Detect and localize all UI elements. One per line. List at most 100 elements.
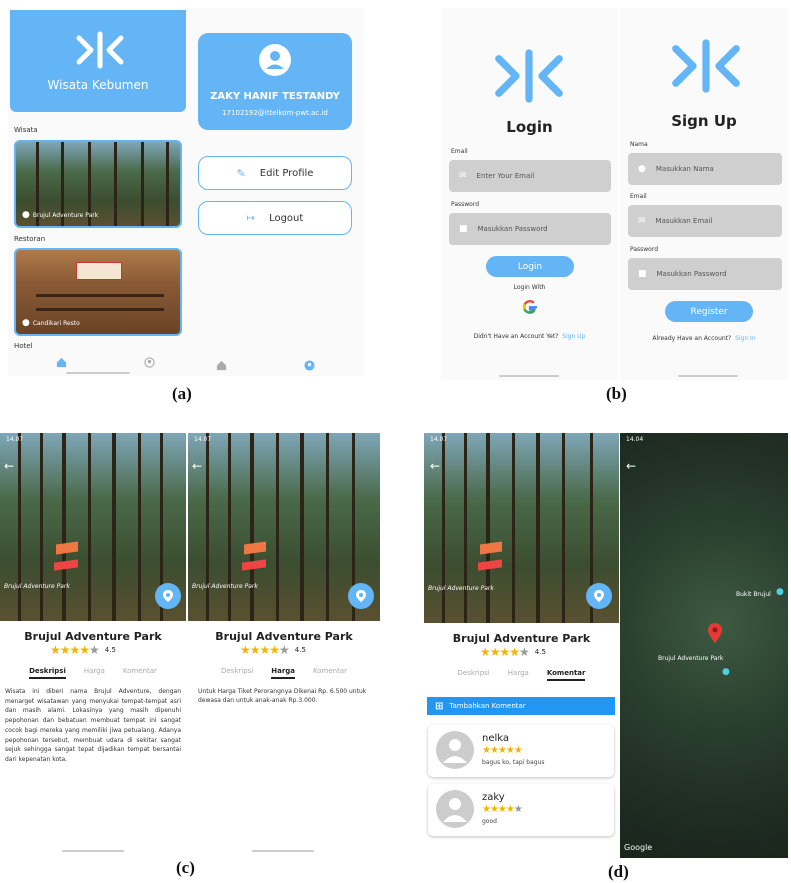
screen-detail-deskripsi: Brujul Adventure Park 14.07 ← Brujul Adv… [0,433,186,853]
back-arrow-icon[interactable]: ← [626,459,636,473]
password-placeholder: Masukkan Password [477,225,548,233]
poster-text: Brujul Adventure Park [192,583,258,590]
location-pin-icon [594,590,604,602]
mail-icon: ✉ [459,171,467,181]
logout-button[interactable]: ↦ Logout [198,201,352,235]
add-comment-label: Tambahkan Komentar [449,702,526,710]
map-location-button[interactable] [155,583,181,609]
screen-detail-komentar: Brujul Adventure Park 14.07 ← Brujul Adv… [424,433,619,853]
edit-profile-button[interactable]: ✎ Edit Profile [198,156,352,190]
location-pin-icon: ● [22,210,30,220]
map-location-button[interactable] [348,583,374,609]
tab-bar: Deskripsi Harga Komentar [0,667,186,679]
section-wisata-label: Wisata [14,126,38,134]
home-indicator [678,375,738,377]
google-icon[interactable] [521,298,539,316]
comment-text: good [482,818,497,825]
screen-map: 14.04 ← Brujul Adventure Park ● Bukit Br… [620,433,788,858]
status-bar: 14.07 [424,433,619,447]
profile-card: ZAKY HANIF TESTANDY 17102192@ittelkom-pw… [198,33,352,130]
caption-c: (c) [176,858,195,877]
password-label: Password [630,246,659,253]
app-logo-icon [672,39,740,93]
tab-bar: Deskripsi Harga Komentar [188,667,380,679]
nav-home-icon[interactable] [216,360,227,371]
screen-login: Login Email ✉ Enter Your Email Password … [441,8,618,380]
place-title: Brujul Adventure Park [24,630,162,643]
signin-link[interactable]: Sign In [735,335,756,342]
tab-komentar[interactable]: Komentar [123,667,157,679]
rating-value: 4.5 [104,646,116,654]
comment-stars-icon: ★★★★★ [482,745,523,756]
password-input[interactable]: ■ Masukkan Password [628,258,782,290]
back-arrow-icon[interactable]: ← [430,459,440,473]
lock-icon: ■ [459,224,468,234]
description-text: Wisata ini diberi nama Brujul Adventure,… [5,688,181,763]
rating-stars-icon: ★★★★★ [480,645,530,659]
tab-komentar[interactable]: Komentar [546,669,586,681]
status-time: 14.04 [626,436,644,443]
signup-link[interactable]: Sign Up [562,333,585,340]
email-placeholder: Enter Your Email [476,172,535,180]
place-title: Brujul Adventure Park [215,630,353,643]
nav-home-icon[interactable] [56,357,67,368]
screen-profile: ZAKY HANIF TESTANDY 17102192@ittelkom-pw… [196,8,364,376]
app-name: Wisata Kebumen [47,78,149,92]
nav-profile-icon[interactable] [144,357,155,368]
map-location-button[interactable] [586,583,612,609]
tab-deskripsi[interactable]: Deskripsi [221,667,253,679]
nama-input[interactable]: ● Masukkan Nama [628,153,782,185]
password-input[interactable]: ■ Masukkan Password [449,213,611,245]
tab-deskripsi[interactable]: Deskripsi [458,669,490,681]
login-button[interactable]: Login [486,256,574,277]
tab-harga[interactable]: Harga [508,669,529,681]
comment-stars-icon: ★★★★★ [482,804,523,815]
rating-row: ★★★★★ 4.5 [240,643,306,657]
avatar-icon [436,790,474,828]
email-input[interactable]: ✉ Enter Your Email [449,160,611,192]
login-with-label: Login With [513,284,546,291]
back-arrow-icon[interactable]: ← [192,459,202,473]
comment-text: bagus ko, tapi bagus [482,759,545,766]
status-bar: 14.07 [0,433,186,447]
map-poi-icon[interactable]: ● [722,667,730,677]
email-label: Email [451,148,468,155]
rating-row: ★★★★★ 4.5 [480,645,546,659]
profile-name: ZAKY HANIF TESTANDY [210,91,340,102]
logout-icon: ↦ [246,212,256,224]
screen-signup: Sign Up Nama ● Masukkan Nama Email ✉ Mas… [620,8,788,380]
signup-title: Sign Up [671,112,737,130]
add-comment-button[interactable]: ⊞ Tambahkan Komentar [427,697,615,715]
wisata-card-label: Brujul Adventure Park [32,211,99,219]
rating-value: 4.5 [534,648,546,656]
tab-harga[interactable]: Harga [271,667,296,679]
screen-detail-harga: Brujul Adventure Park 14.07 ← Brujul Adv… [188,433,380,853]
tab-deskripsi[interactable]: Deskripsi [29,667,66,679]
wisata-card[interactable]: ● Brujul Adventure Park [14,140,182,228]
status-bar: 14.04 [620,433,788,447]
rating-stars-icon: ★★★★★ [50,643,100,657]
status-time: 14.07 [6,436,24,443]
restoran-card[interactable]: ● Candikari Resto [14,248,182,336]
rating-row: ★★★★★ 4.5 [50,643,116,657]
comment-author: nelka [482,733,510,744]
nav-profile-icon[interactable] [304,360,315,371]
register-button[interactable]: Register [665,301,753,322]
map-marker-icon[interactable] [708,623,722,643]
app-header: Wisata Kebumen [10,10,186,112]
section-hotel-label: Hotel [14,342,33,350]
map-poi-icon[interactable]: ● [776,587,784,597]
rating-value: 4.5 [294,646,306,654]
app-logo-icon [76,31,124,69]
harga-text: Untuk Harga Tiket Perorangnya Dikenai Rp… [198,688,367,704]
tab-harga[interactable]: Harga [84,667,105,679]
person-icon: ● [638,164,646,174]
map-label-bukit: Bukit Brujul [736,591,771,598]
nama-label: Nama [630,141,648,148]
profile-email: 17102192@ittelkom-pwt.ac.id [222,109,328,117]
email-input[interactable]: ✉ Masukkan Email [628,205,782,237]
back-arrow-icon[interactable]: ← [4,459,14,473]
avatar-icon [259,44,291,76]
tab-komentar[interactable]: Komentar [313,667,347,679]
pencil-icon: ✎ [236,166,246,180]
